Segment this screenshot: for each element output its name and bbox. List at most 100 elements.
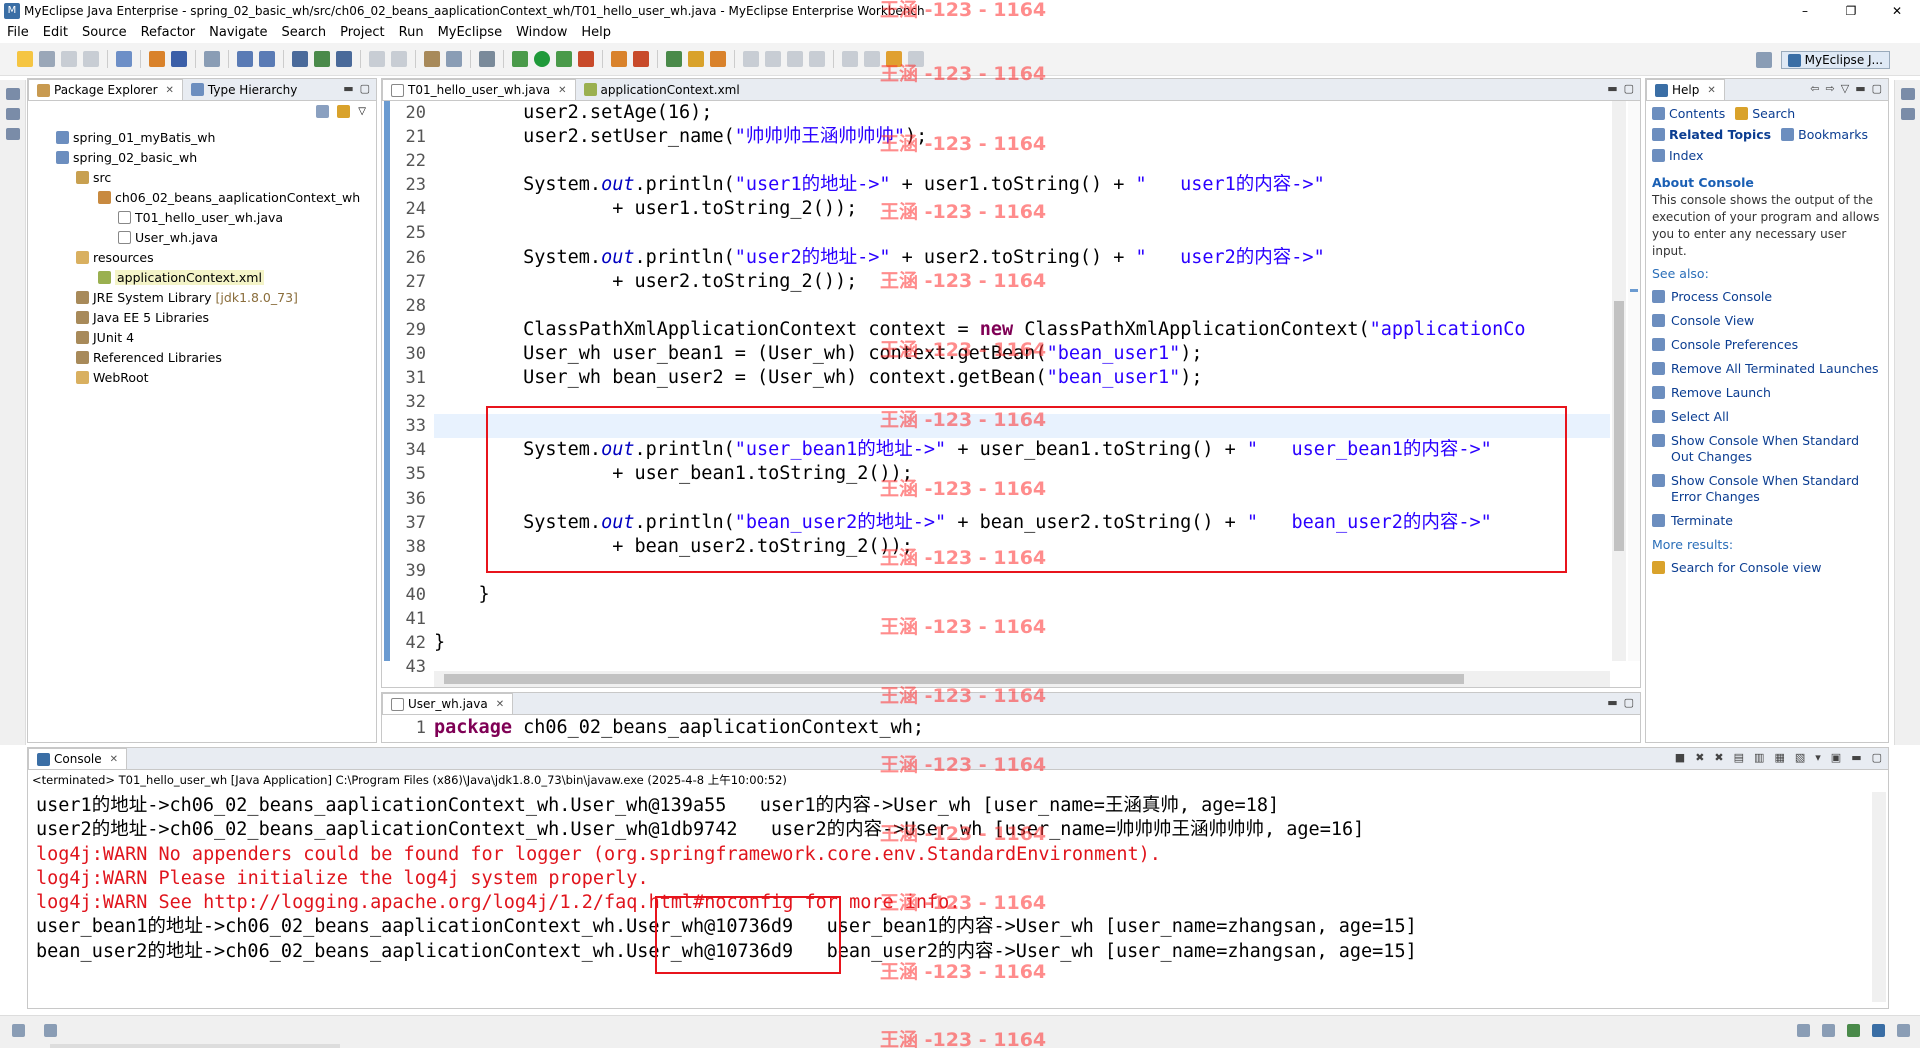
maximize-icon[interactable]: ▢ xyxy=(1872,751,1882,764)
code-line[interactable]: package ch06_02_beans_aaplicationContext… xyxy=(434,716,924,740)
code-area[interactable]: user2.setAge(16); user2.setUser_name("帅帅… xyxy=(434,101,1610,679)
search-tool-icon[interactable] xyxy=(259,51,275,67)
word-wrap-icon[interactable]: ▦ xyxy=(1774,751,1784,764)
tree-item[interactable]: applicationContext.xml xyxy=(36,267,376,287)
help-link[interactable]: Select All xyxy=(1652,409,1882,425)
menu-navigate[interactable]: Navigate xyxy=(202,25,274,40)
editor-vertical-scrollbar[interactable] xyxy=(1612,101,1626,661)
menu-run[interactable]: Run xyxy=(392,25,431,40)
scrollbar-thumb[interactable] xyxy=(1614,301,1624,551)
debug-icon[interactable] xyxy=(512,51,528,67)
maximize-icon[interactable]: ▢ xyxy=(1872,82,1882,95)
minimize-icon[interactable]: ▬ xyxy=(343,82,353,95)
close-icon[interactable]: ✕ xyxy=(496,699,504,710)
camera-icon[interactable] xyxy=(479,51,495,67)
clear-console-icon[interactable]: ▤ xyxy=(1734,751,1744,764)
scroll-lock-icon[interactable]: ▥ xyxy=(1754,751,1764,764)
open-perspective-icon[interactable] xyxy=(1755,52,1772,68)
pin-console-icon[interactable]: ▧ xyxy=(1795,751,1805,764)
maximize-icon[interactable]: ▢ xyxy=(360,82,370,95)
restore-icon[interactable] xyxy=(1901,88,1915,100)
save-icon[interactable] xyxy=(39,51,55,67)
help-index-link[interactable]: Index xyxy=(1652,148,1882,163)
minimize-icon[interactable]: ▬ xyxy=(1607,696,1617,709)
tab-package-explorer[interactable]: Package Explorer ✕ xyxy=(28,79,183,100)
scrollbar-thumb[interactable] xyxy=(444,674,1464,684)
open-console-icon[interactable]: ▾ xyxy=(1815,751,1821,764)
deploy-icon[interactable] xyxy=(171,51,187,67)
help-link[interactable]: Terminate xyxy=(1652,513,1882,529)
forward-icon[interactable] xyxy=(908,51,924,67)
tree-item[interactable]: JUnit 4 xyxy=(36,327,376,347)
menu-window[interactable]: Window xyxy=(509,25,574,40)
view-menu-chevron-icon[interactable]: ▽ xyxy=(1841,82,1849,95)
collapse-all-icon[interactable] xyxy=(316,104,330,118)
remove-all-icon[interactable]: ✖ xyxy=(1714,751,1723,764)
maximize-icon[interactable]: ▢ xyxy=(1624,696,1634,709)
servers-icon[interactable] xyxy=(1847,1024,1860,1037)
web-icon[interactable] xyxy=(710,51,726,67)
tab-type-hierarchy[interactable]: Type Hierarchy xyxy=(183,79,305,100)
run-icon[interactable] xyxy=(534,51,550,67)
new-icon[interactable] xyxy=(17,51,33,67)
new-project-icon[interactable] xyxy=(292,51,308,67)
save-all-icon[interactable] xyxy=(61,51,77,67)
close-button[interactable]: ✕ xyxy=(1874,0,1920,21)
print-icon[interactable] xyxy=(83,51,99,67)
minimize-icon[interactable]: ▬ xyxy=(1851,751,1861,764)
back-icon[interactable] xyxy=(886,51,902,67)
jar-icon[interactable] xyxy=(424,51,440,67)
editor-horizontal-scrollbar[interactable] xyxy=(434,671,1610,687)
minimize-button[interactable]: – xyxy=(1782,0,1828,21)
minimize-icon[interactable]: ▬ xyxy=(1855,82,1865,95)
menu-source[interactable]: Source xyxy=(75,25,134,40)
close-icon[interactable]: ✕ xyxy=(166,85,174,96)
refresh-icon[interactable] xyxy=(391,51,407,67)
forward-icon[interactable]: ⇨ xyxy=(1826,82,1835,95)
external-tools-icon[interactable] xyxy=(578,51,594,67)
coverage-icon[interactable] xyxy=(556,51,572,67)
block-icon[interactable] xyxy=(787,51,803,67)
tree-item[interactable]: Java EE 5 Libraries xyxy=(36,307,376,327)
help-link[interactable]: Console View xyxy=(1652,313,1882,329)
menu-project[interactable]: Project xyxy=(333,25,391,40)
menu-myeclipse[interactable]: MyEclipse xyxy=(431,25,510,40)
problems-icon[interactable] xyxy=(1822,1024,1835,1037)
back-icon[interactable]: ⇦ xyxy=(1810,82,1819,95)
close-icon[interactable]: ✕ xyxy=(110,754,118,765)
myeclipse-perspective-button[interactable]: MyEclipse J... xyxy=(1780,51,1890,69)
tasks-icon[interactable] xyxy=(1797,1024,1810,1037)
settings-icon[interactable] xyxy=(446,51,462,67)
console-icon[interactable] xyxy=(1872,1024,1885,1037)
help-link[interactable]: Process Console xyxy=(1652,289,1882,305)
restore-icon[interactable] xyxy=(1897,1024,1910,1037)
menu-refactor[interactable]: Refactor xyxy=(134,25,203,40)
close-icon[interactable]: ✕ xyxy=(558,85,566,96)
help-link[interactable]: Show Console When Standard Out Changes xyxy=(1652,433,1882,465)
display-selected-icon[interactable]: ▣ xyxy=(1831,751,1841,764)
console-output[interactable]: user1的地址->ch06_02_beans_aaplicationConte… xyxy=(36,794,1868,964)
tree-item[interactable]: Referenced Libraries xyxy=(36,347,376,367)
help-related-topics-link[interactable]: Related Topics xyxy=(1652,127,1771,142)
next-annotation-icon[interactable] xyxy=(842,51,858,67)
server-icon[interactable] xyxy=(204,51,220,67)
tree-item[interactable]: spring_01_myBatis_wh xyxy=(36,127,376,147)
tab-t01-hello-user-wh[interactable]: T01_hello_user_wh.java ✕ xyxy=(382,79,576,100)
annotation-icon[interactable] xyxy=(743,51,759,67)
tree-item[interactable]: T01_hello_user_wh.java xyxy=(36,207,376,227)
close-icon[interactable]: ✕ xyxy=(1707,85,1715,96)
new-class-icon[interactable] xyxy=(314,51,330,67)
maximize-icon[interactable]: ▢ xyxy=(1624,82,1634,95)
menu-file[interactable]: File xyxy=(0,25,36,40)
help-search-link[interactable]: Search xyxy=(1735,106,1795,121)
menu-edit[interactable]: Edit xyxy=(36,25,75,40)
edit-icon[interactable] xyxy=(688,51,704,67)
help-link[interactable]: Remove Launch xyxy=(1652,385,1882,401)
view-menu-chevron-icon[interactable]: ▽ xyxy=(358,106,366,117)
fast-view-icon[interactable] xyxy=(12,1024,25,1037)
minimize-icon[interactable]: ▬ xyxy=(1607,82,1617,95)
tree-item[interactable]: resources xyxy=(36,247,376,267)
tab-user-wh[interactable]: User_wh.java ✕ xyxy=(382,693,514,714)
tab-console[interactable]: Console ✕ xyxy=(28,748,128,769)
link-editor-icon[interactable] xyxy=(337,104,351,118)
